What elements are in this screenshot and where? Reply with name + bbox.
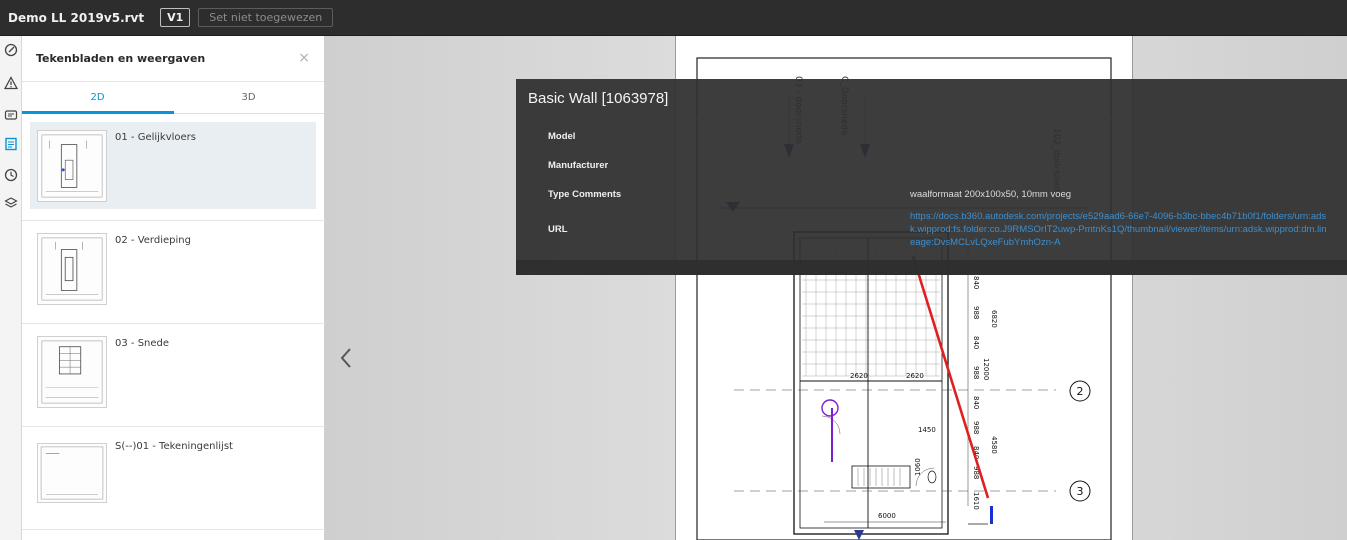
sheets-icon[interactable]	[0, 133, 22, 155]
svg-text:988: 988	[972, 366, 980, 379]
properties-title: Basic Wall [1063978]	[516, 79, 1347, 119]
svg-text:4580: 4580	[990, 436, 998, 454]
property-value: waalformaat 200x100x50, 10mm voeg	[910, 189, 1072, 200]
file-title: Demo LL 2019v5.rvt	[8, 10, 145, 25]
svg-text:840: 840	[972, 276, 980, 289]
warning-icon[interactable]	[0, 72, 22, 94]
sheet-item-label: S(--)01 - Tekeningenlijst	[115, 441, 233, 452]
sheet-thumbnail	[37, 443, 107, 503]
svg-text:6820: 6820	[990, 310, 998, 328]
view-tabs: 2D 3D	[22, 82, 324, 114]
grid-marker-2: 2	[1077, 385, 1084, 398]
svg-text:1060: 1060	[914, 458, 922, 476]
panel-header: Tekenbladen en weergaven	[22, 36, 324, 82]
active-tab-indicator	[22, 111, 174, 114]
svg-text:840: 840	[972, 396, 980, 409]
tab-2d[interactable]: 2D	[22, 82, 173, 113]
properties-panel: Basic Wall [1063978] Model Manufacturer …	[516, 79, 1347, 275]
svg-text:988: 988	[972, 306, 980, 319]
tool-strip	[0, 36, 22, 540]
pencil-measure-icon[interactable]	[0, 39, 22, 61]
sheet-item[interactable]: 03 - Snede	[22, 324, 325, 427]
sheet-item-label: 03 - Snede	[115, 338, 170, 349]
url-link[interactable]: https://docs.b360.autodesk.com/projects/…	[910, 210, 1330, 249]
property-key: Manufacturer	[548, 160, 609, 171]
sheets-panel: Tekenbladen en weergaven × 2D 3D 01 - Ge…	[22, 36, 325, 540]
svg-text:6000: 6000	[878, 512, 896, 520]
svg-text:12000: 12000	[982, 358, 990, 380]
layers-icon[interactable]	[0, 192, 22, 214]
sheet-item[interactable]: 01 - Gelijkvloers	[22, 118, 325, 221]
property-key: Model	[548, 131, 576, 142]
svg-text:2620: 2620	[906, 372, 924, 380]
top-bar: Demo LL 2019v5.rvt V1 Set niet toegeweze…	[0, 0, 1347, 36]
sheet-list: 01 - Gelijkvloers 02 - Verdieping 03 - S…	[22, 118, 325, 530]
property-key: URL	[548, 224, 568, 235]
svg-text:840: 840	[972, 336, 980, 349]
message-icon[interactable]	[0, 104, 22, 126]
clock-icon[interactable]	[0, 164, 22, 186]
sheet-item[interactable]: S(--)01 - Tekeningenlijst	[22, 427, 325, 530]
svg-text:2620: 2620	[850, 372, 868, 380]
close-icon[interactable]: ×	[298, 50, 310, 66]
tab-3d[interactable]: 3D	[173, 82, 324, 113]
panel-title: Tekenbladen en weergaven	[36, 52, 206, 65]
sheet-item-label: 02 - Verdieping	[115, 235, 191, 246]
previous-sheet-icon[interactable]	[339, 346, 353, 374]
sheet-thumbnail	[37, 130, 107, 202]
set-status-button[interactable]: Set niet toegewezen	[198, 8, 334, 27]
sheet-thumbnail	[37, 233, 107, 305]
property-key: Type Comments	[548, 189, 622, 200]
sheet-item-label: 01 - Gelijkvloers	[115, 132, 197, 143]
sheet-thumbnail	[37, 336, 107, 408]
grid-marker-3: 3	[1077, 485, 1084, 498]
svg-text:988: 988	[972, 421, 980, 434]
sheet-item[interactable]: 02 - Verdieping	[22, 221, 325, 324]
svg-text:1610: 1610	[972, 492, 980, 510]
version-badge[interactable]: V1	[160, 8, 191, 27]
svg-text:1450: 1450	[918, 426, 936, 434]
properties-overflow-edge	[516, 260, 1347, 275]
